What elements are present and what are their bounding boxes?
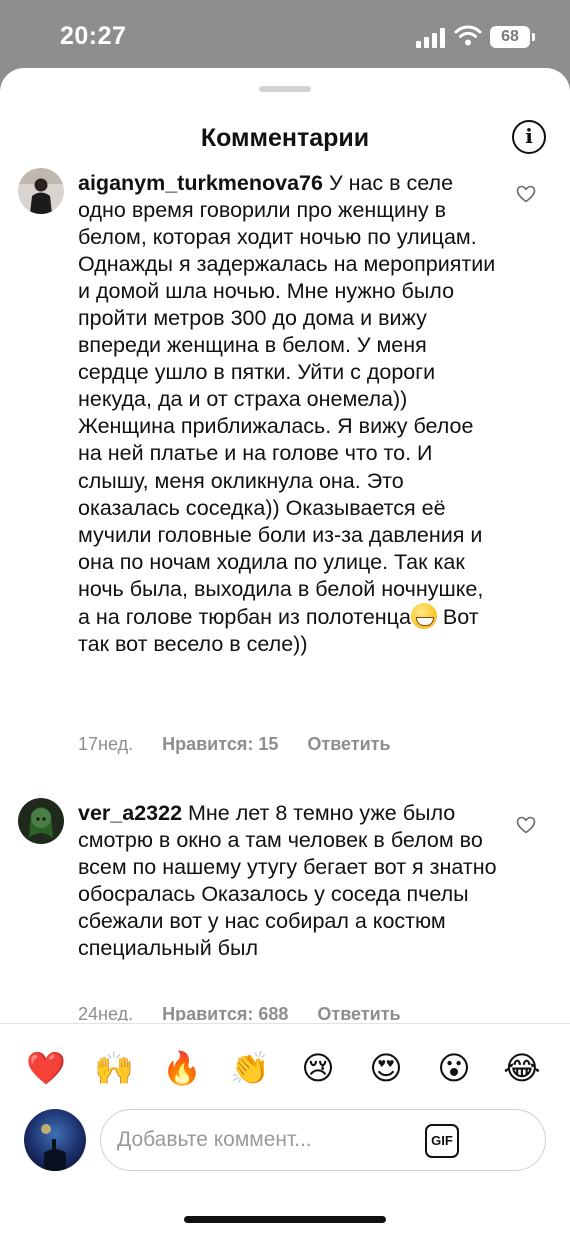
comment-text: У нас в селе одно время говорили про жен… (78, 171, 496, 629)
home-indicator (184, 1216, 386, 1223)
comment-meta: 17нед. Нравится: 15 Ответить (78, 734, 415, 755)
reply-button[interactable]: Ответить (317, 1004, 400, 1021)
comment-age: 24нед. (78, 1004, 134, 1021)
battery-icon: 68 (490, 26, 535, 48)
reaction-fire[interactable]: 🔥 (162, 1048, 202, 1088)
comment-list[interactable]: aiganym_turkmenova76 У нас в селе одно в… (0, 166, 570, 1021)
status-bar: 20:27 68 (0, 0, 570, 70)
reaction-raising-hands[interactable]: 🙌 (94, 1048, 134, 1088)
reaction-red-heart[interactable]: ❤️ (26, 1048, 66, 1088)
reaction-clapping-hands[interactable]: 👏 (230, 1048, 270, 1088)
status-time: 20:27 (60, 22, 127, 50)
reaction-tears-of-joy[interactable]: 😂 (502, 1048, 542, 1088)
quick-reactions-bar: ❤️ 🙌 🔥 👏 😢 😍 😮 😂 (0, 1048, 570, 1088)
comment-body: aiganym_turkmenova76 У нас в селе одно в… (78, 170, 498, 658)
comment-username[interactable]: aiganym_turkmenova76 (78, 171, 323, 195)
reaction-crying-face[interactable]: 😢 (298, 1048, 338, 1088)
comment-input[interactable] (117, 1124, 407, 1156)
like-heart-icon[interactable] (516, 816, 536, 834)
grinning-face-emoji (410, 602, 437, 629)
sheet-title: Комментарии (200, 124, 370, 152)
comment-likes[interactable]: Нравится: 15 (162, 734, 278, 754)
comment-body: ver_a2322 Мне лет 8 темно уже было смотр… (78, 800, 498, 962)
gif-button[interactable]: GIF (425, 1124, 459, 1158)
avatar[interactable] (18, 168, 64, 214)
comment-composer: GIF (100, 1109, 546, 1171)
wifi-icon (454, 25, 482, 46)
comment-age: 17нед. (78, 734, 134, 754)
reaction-astonished-face[interactable]: 😮 (434, 1048, 474, 1088)
avatar[interactable] (18, 798, 64, 844)
comments-sheet: Комментарии i aiganym_turkmenova76 У нас… (0, 68, 570, 1235)
like-heart-icon[interactable] (516, 185, 536, 203)
reaction-heart-eyes[interactable]: 😍 (366, 1048, 406, 1088)
comment-meta: 24нед. Нравится: 688 Ответить (78, 1004, 425, 1021)
divider (0, 1023, 570, 1024)
comment-username[interactable]: ver_a2322 (78, 801, 182, 825)
comment-likes[interactable]: Нравится: 688 (162, 1004, 288, 1021)
reply-button[interactable]: Ответить (307, 734, 390, 754)
info-icon[interactable]: i (512, 120, 546, 154)
user-avatar[interactable] (24, 1109, 86, 1171)
sheet-grabber[interactable] (259, 86, 311, 92)
signal-icon (416, 28, 446, 48)
